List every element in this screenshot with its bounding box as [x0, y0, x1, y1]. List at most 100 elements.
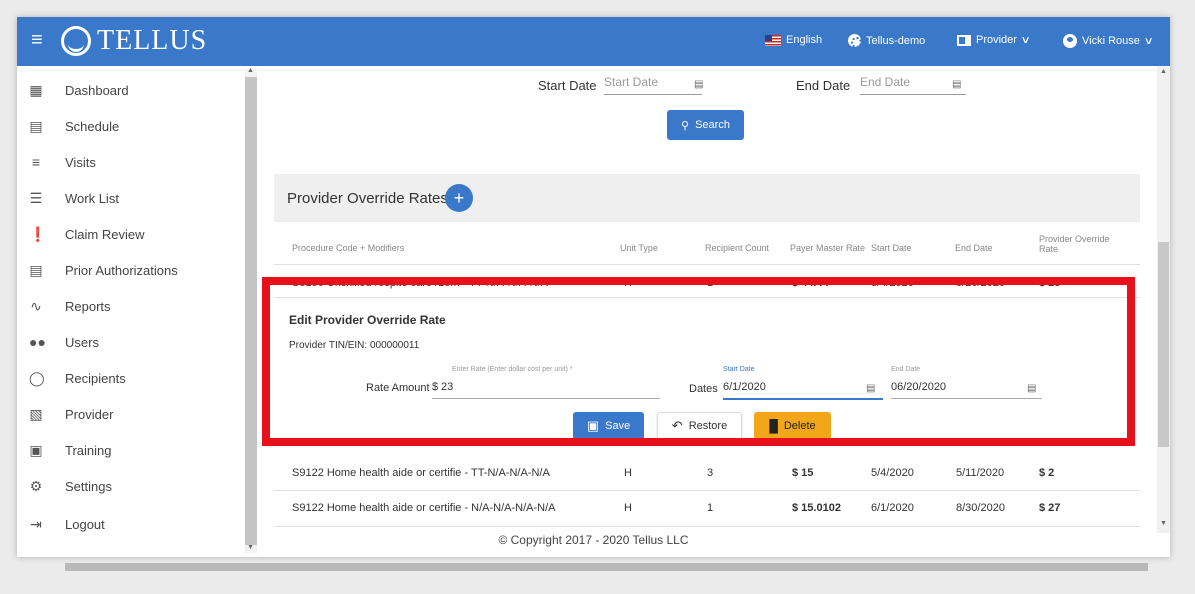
provider-icon	[957, 34, 971, 46]
sidebar-item-settings[interactable]: ⚙ Settings	[17, 468, 247, 504]
language-label: English	[786, 34, 823, 46]
search-icon: ⚲	[681, 119, 690, 132]
tellus-logo-icon	[61, 26, 91, 56]
scroll-up-icon[interactable]: ▲	[1160, 68, 1167, 75]
override-rate: $ 27	[1039, 502, 1061, 514]
override-rate: $ 2	[1039, 467, 1055, 479]
gear-icon: ⚙	[29, 478, 43, 494]
sidebar-item-label: Provider	[65, 406, 114, 422]
procedure-code: S9122 Home health aide or certifie - TT-…	[292, 467, 550, 479]
language-selector[interactable]: English	[765, 34, 822, 46]
sidebar: ▦ Dashboard ▤ Schedule ≡ Visits ☰ Work L…	[17, 66, 257, 557]
calendar-icon: ▤	[29, 118, 43, 134]
sidebar-item-users[interactable]: ●● Users	[17, 324, 247, 360]
dashboard-icon: ▦	[29, 82, 43, 98]
search-button[interactable]: ⚲ Search	[667, 110, 744, 140]
sidebar-item-label: Recipients	[65, 370, 126, 386]
column-header: Procedure Code + Modifiers	[292, 243, 405, 253]
role-menu[interactable]: Provider ∨	[957, 34, 1031, 46]
column-header: Rate	[1039, 244, 1059, 254]
unit-type: H	[624, 467, 632, 479]
sidebar-item-visits[interactable]: ≡ Visits	[17, 144, 247, 180]
sidebar-item-label: Reports	[65, 298, 111, 314]
start-date: 5/4/2020	[871, 467, 914, 479]
footer: © Copyright 2017 - 2020 Tellus LLC	[17, 533, 1170, 547]
top-navbar: ≡ TELLUS English Tellus-demo Provider ∨ …	[17, 17, 1170, 66]
highlight-box	[262, 277, 1135, 446]
sidebar-item-label: Visits	[65, 154, 96, 170]
copyright-text: © Copyright 2017 - 2020 Tellus LLC	[498, 533, 689, 547]
sidebar-item-label: Logout	[65, 516, 105, 532]
sidebar-item-prior-authorizations[interactable]: ▤ Prior Authorizations	[17, 252, 247, 288]
column-header: Recipient Count	[705, 243, 770, 253]
code-text: S9122 Home health aide or certifie	[292, 502, 462, 514]
user-menu[interactable]: Vicki Rouse ∨	[1063, 34, 1154, 48]
end-date-label: End Date	[796, 78, 851, 93]
recipient-count: 1	[707, 502, 714, 514]
calendar-icon[interactable]: ▤	[694, 79, 703, 90]
people-icon: ◯	[29, 370, 45, 386]
trend-icon: ∿	[30, 298, 42, 314]
globe-icon	[848, 34, 862, 48]
end-date-placeholder: End Date	[860, 75, 911, 89]
column-header: Unit Type	[620, 243, 658, 253]
modifiers-text: N/A-N/A-N/A-N/A	[471, 502, 556, 514]
scroll-up-icon[interactable]: ▲	[247, 67, 254, 74]
scroll-down-icon[interactable]: ▼	[1160, 520, 1167, 527]
sidebar-item-reports[interactable]: ∿ Reports	[17, 288, 247, 324]
column-header: Payer Master Rate	[790, 243, 866, 253]
sidebar-item-training[interactable]: ▣ Training	[17, 432, 247, 468]
provider-override-rates-header: Provider Override Rates +	[274, 174, 1140, 222]
clipboard-icon: ▧	[29, 406, 43, 422]
start-date-input[interactable]: Start Date	[604, 75, 702, 95]
start-date-label: Start Date	[538, 78, 597, 93]
main-scrollbar-thumb[interactable]	[1158, 242, 1169, 447]
add-rate-button[interactable]: +	[445, 184, 473, 212]
chevron-down-icon: ∨	[1020, 34, 1031, 46]
calendar-icon[interactable]: ▤	[952, 79, 961, 90]
recipient-count: 3	[707, 467, 714, 479]
tenant-label: Tellus-demo	[866, 34, 926, 47]
divider	[274, 490, 1140, 491]
column-header: End Date	[955, 243, 993, 253]
section-title: Provider Override Rates	[287, 190, 448, 207]
start-date-placeholder: Start Date	[604, 75, 659, 89]
procedure-code: S9122 Home health aide or certifie - N/A…	[292, 502, 556, 514]
sidebar-item-provider[interactable]: ▧ Provider	[17, 396, 247, 432]
divider	[274, 264, 1140, 265]
sidebar-item-label: Settings	[65, 478, 112, 494]
sidebar-item-dashboard[interactable]: ▦ Dashboard	[17, 72, 247, 108]
sidebar-item-label: Work List	[65, 190, 119, 206]
logo[interactable]: TELLUS	[61, 25, 207, 57]
divider	[274, 526, 1140, 527]
column-header: Provider Override	[1039, 234, 1110, 244]
end-date: 5/11/2020	[956, 467, 1005, 479]
sidebar-item-label: Training	[65, 442, 112, 458]
code-text: S9122 Home health aide or certifie	[292, 467, 462, 479]
sidebar-scrollbar-thumb[interactable]	[245, 77, 257, 545]
payer-master-rate: $ 15	[792, 467, 814, 479]
user-name: Vicki Rouse	[1082, 35, 1140, 47]
end-date-input[interactable]: End Date	[860, 75, 966, 95]
sidebar-item-label: Dashboard	[65, 82, 129, 98]
modifiers-text: TT-N/A-N/A-N/A	[470, 467, 550, 479]
calendar-icon: ▤	[29, 262, 43, 278]
search-button-label: Search	[695, 119, 730, 131]
tenant-selector[interactable]: Tellus-demo	[848, 34, 926, 48]
window-shadow-bar	[65, 563, 1148, 571]
end-date: 8/30/2020	[956, 502, 1005, 514]
sidebar-item-work-list[interactable]: ☰ Work List	[17, 180, 247, 216]
sidebar-item-label: Schedule	[65, 118, 120, 134]
sidebar-item-recipients[interactable]: ◯ Recipients	[17, 360, 247, 396]
unit-type: H	[624, 502, 632, 514]
list-icon: ☰	[29, 190, 43, 206]
filter-icon: ≡	[31, 154, 41, 170]
role-label: Provider	[976, 34, 1017, 46]
sidebar-item-claim-review[interactable]: ❗ Claim Review	[17, 216, 247, 252]
hamburger-icon[interactable]: ≡	[31, 30, 43, 50]
sidebar-item-label: Claim Review	[65, 226, 145, 242]
us-flag-icon	[765, 34, 781, 46]
sidebar-item-label: Users	[65, 334, 99, 350]
sidebar-item-schedule[interactable]: ▤ Schedule	[17, 108, 247, 144]
logo-text: TELLUS	[97, 25, 208, 56]
